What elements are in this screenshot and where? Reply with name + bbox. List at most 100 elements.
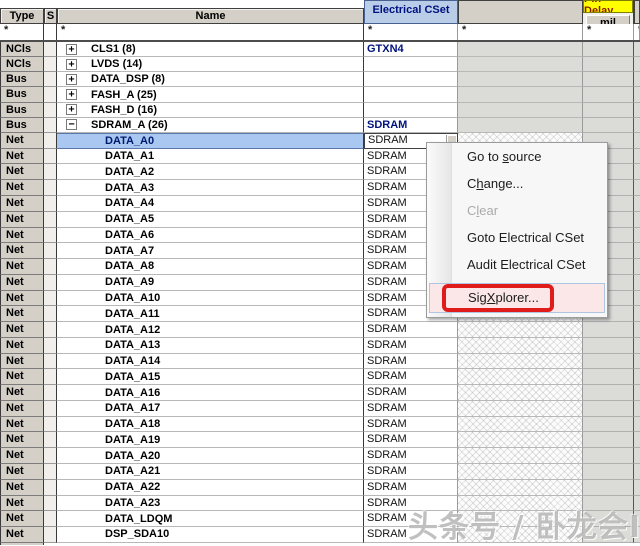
net-name-cell[interactable]: DATA_A16 <box>57 385 364 401</box>
menu-item-change[interactable]: Change... <box>427 170 607 197</box>
column-header-pin-yellow[interactable]: Pin Delay mil <box>583 0 634 24</box>
row-s-cell[interactable] <box>44 527 57 543</box>
menu-item-audit-electrical-cset[interactable]: Audit Electrical CSet <box>427 251 607 278</box>
row-type-cell[interactable]: Net <box>0 322 44 338</box>
electrical-cset-cell[interactable] <box>364 72 458 87</box>
expand-icon[interactable]: + <box>66 89 77 100</box>
filter-name[interactable]: * <box>57 24 364 40</box>
row-type-cell[interactable]: Bus <box>0 103 44 118</box>
row-s-cell[interactable] <box>44 149 57 165</box>
row-s-cell[interactable] <box>44 180 57 196</box>
group-name-cell[interactable]: +CLS1 (8) <box>57 42 364 57</box>
row-s-cell[interactable] <box>44 480 57 496</box>
net-name-cell[interactable]: DATA_A22 <box>57 480 364 496</box>
electrical-cset-cell[interactable]: SDRAM <box>364 401 458 417</box>
filter-type[interactable]: * <box>0 24 44 40</box>
collapse-icon[interactable]: − <box>66 119 77 130</box>
net-name-cell[interactable]: DATA_A9 <box>57 275 364 291</box>
row-type-cell[interactable]: Net <box>0 164 44 180</box>
row-type-cell[interactable]: Net <box>0 338 44 354</box>
row-s-cell[interactable] <box>44 118 57 133</box>
electrical-cset-cell[interactable] <box>364 103 458 118</box>
net-name-cell[interactable]: DATA_A8 <box>57 259 364 275</box>
net-name-cell[interactable]: DATA_LDQM <box>57 511 364 527</box>
net-name-cell[interactable]: DATA_A5 <box>57 212 364 228</box>
row-type-cell[interactable]: Net <box>0 228 44 244</box>
net-name-cell[interactable]: DATA_A3 <box>57 180 364 196</box>
row-s-cell[interactable] <box>44 228 57 244</box>
electrical-cset-cell[interactable]: SDRAM <box>364 417 458 433</box>
row-s-cell[interactable] <box>44 103 57 118</box>
net-name-cell[interactable]: DATA_A20 <box>57 448 364 464</box>
net-name-cell[interactable]: DSP_SDA10 <box>57 527 364 543</box>
net-name-cell[interactable]: DATA_A23 <box>57 496 364 512</box>
row-type-cell[interactable]: Net <box>0 354 44 370</box>
row-s-cell[interactable] <box>44 164 57 180</box>
electrical-cset-cell[interactable]: SDRAM <box>364 496 458 512</box>
filter-electrical-cset[interactable]: * <box>364 24 458 40</box>
group-name-cell[interactable]: −SDRAM_A (26) <box>57 118 364 133</box>
row-type-cell[interactable]: Net <box>0 448 44 464</box>
row-s-cell[interactable] <box>44 385 57 401</box>
expand-icon[interactable]: + <box>66 59 77 70</box>
net-name-cell[interactable]: DATA_A12 <box>57 322 364 338</box>
row-type-cell[interactable]: NCls <box>0 57 44 72</box>
group-name-cell[interactable]: +FASH_A (25) <box>57 87 364 102</box>
electrical-cset-cell[interactable]: SDRAM <box>364 464 458 480</box>
electrical-cset-cell[interactable]: SDRAM <box>364 511 458 527</box>
row-type-cell[interactable]: Net <box>0 480 44 496</box>
net-name-cell[interactable]: DATA_A1 <box>57 149 364 165</box>
row-s-cell[interactable] <box>44 354 57 370</box>
electrical-cset-cell[interactable]: SDRAM <box>364 448 458 464</box>
electrical-cset-cell[interactable]: SDRAM <box>364 432 458 448</box>
row-s-cell[interactable] <box>44 322 57 338</box>
row-type-cell[interactable]: Net <box>0 275 44 291</box>
row-type-cell[interactable]: Net <box>0 149 44 165</box>
net-name-cell[interactable]: DATA_A14 <box>57 354 364 370</box>
unit-mil-button[interactable]: mil <box>586 15 630 24</box>
net-name-cell[interactable]: DATA_A7 <box>57 243 364 259</box>
electrical-cset-cell[interactable]: SDRAM <box>364 118 458 133</box>
electrical-cset-cell[interactable] <box>364 87 458 102</box>
row-s-cell[interactable] <box>44 338 57 354</box>
row-s-cell[interactable] <box>44 57 57 72</box>
row-type-cell[interactable]: Net <box>0 180 44 196</box>
electrical-cset-cell[interactable]: GTXN4 <box>364 42 458 57</box>
net-name-cell[interactable]: DATA_A0 <box>57 133 364 149</box>
net-name-cell[interactable]: DATA_A10 <box>57 291 364 307</box>
row-type-cell[interactable]: Net <box>0 259 44 275</box>
row-type-cell[interactable]: Net <box>0 385 44 401</box>
net-name-cell[interactable]: DATA_A2 <box>57 164 364 180</box>
row-s-cell[interactable] <box>44 369 57 385</box>
row-s-cell[interactable] <box>44 243 57 259</box>
electrical-cset-cell[interactable] <box>364 57 458 72</box>
row-s-cell[interactable] <box>44 72 57 87</box>
net-name-cell[interactable]: DATA_A17 <box>57 401 364 417</box>
row-type-cell[interactable]: Net <box>0 401 44 417</box>
electrical-cset-cell[interactable]: SDRAM <box>364 480 458 496</box>
electrical-cset-cell[interactable]: SDRAM <box>364 369 458 385</box>
row-type-cell[interactable]: Net <box>0 464 44 480</box>
row-type-cell[interactable]: Net <box>0 291 44 307</box>
electrical-cset-cell[interactable]: SDRAM <box>364 322 458 338</box>
net-name-cell[interactable]: DATA_A21 <box>57 464 364 480</box>
row-type-cell[interactable]: Net <box>0 527 44 543</box>
row-s-cell[interactable] <box>44 275 57 291</box>
expand-icon[interactable]: + <box>66 74 77 85</box>
row-s-cell[interactable] <box>44 401 57 417</box>
row-type-cell[interactable]: Net <box>0 417 44 433</box>
net-name-cell[interactable]: DATA_A13 <box>57 338 364 354</box>
expand-icon[interactable]: + <box>66 104 77 115</box>
filter-mil[interactable]: * <box>583 24 634 40</box>
column-header-type[interactable]: Type <box>0 8 44 24</box>
column-header-s[interactable]: S <box>44 8 57 24</box>
row-s-cell[interactable] <box>44 259 57 275</box>
net-name-cell[interactable]: DATA_A4 <box>57 196 364 212</box>
group-name-cell[interactable]: +DATA_DSP (8) <box>57 72 364 87</box>
row-type-cell[interactable]: Bus <box>0 87 44 102</box>
expand-icon[interactable]: + <box>66 44 77 55</box>
row-s-cell[interactable] <box>44 496 57 512</box>
electrical-cset-cell[interactable]: SDRAM <box>364 338 458 354</box>
row-s-cell[interactable] <box>44 511 57 527</box>
row-s-cell[interactable] <box>44 417 57 433</box>
